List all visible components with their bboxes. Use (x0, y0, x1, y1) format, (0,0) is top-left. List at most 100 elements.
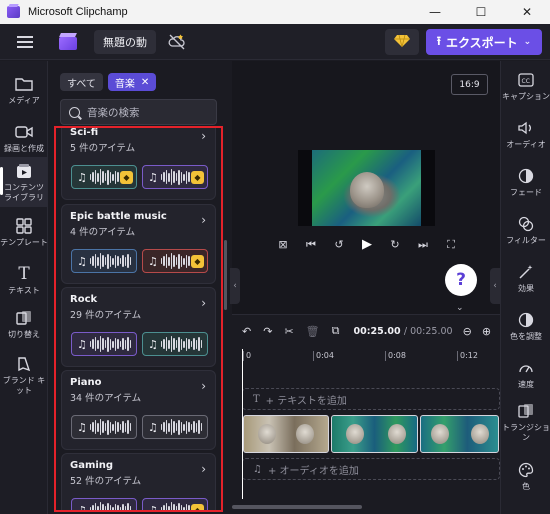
scissors-icon[interactable]: ✂ (284, 325, 293, 338)
music-collection-card[interactable]: Piano 34 件のアイテム › ♫ ♫ (61, 370, 216, 450)
prop-item-transition[interactable]: トランジション (501, 399, 550, 445)
nav-item-content-library[interactable]: コンテンツ ライブラリ (0, 157, 48, 207)
content-library-icon (14, 162, 34, 180)
project-name-field[interactable]: 無題の動 (94, 29, 156, 54)
nav-item-media[interactable]: メディア (0, 67, 48, 113)
music-note-icon: ♫ (148, 254, 158, 268)
clipchamp-logo-icon (59, 33, 79, 51)
add-text-track[interactable]: T + テキストを追加 (242, 388, 500, 410)
nav-item-templates[interactable]: テンプレート (0, 209, 48, 255)
audio-track-thumbnail[interactable]: ♫ (142, 415, 208, 439)
playhead[interactable] (242, 349, 243, 499)
timecode: 00:25.00 / 00:25.00 (353, 326, 452, 337)
music-collection-card[interactable]: Sci-fi 5 件のアイテム › ♫ ◆ ♫ ◆ (61, 128, 216, 200)
add-text-label: + テキストを追加 (265, 395, 347, 407)
audio-icon (516, 119, 536, 137)
premium-button[interactable] (385, 29, 419, 55)
library-scrollbar[interactable] (224, 240, 227, 310)
fullscreen-icon[interactable]: ⛶ (442, 238, 460, 252)
music-search-input[interactable]: 音楽の検索 (60, 99, 217, 125)
audio-track-thumbnail[interactable]: ♫ (71, 249, 137, 273)
nav-item-transitions[interactable]: 切り替え (0, 301, 48, 347)
skip-to-end-icon[interactable]: ⏭ (414, 238, 432, 252)
speed-icon (516, 359, 536, 377)
nav-item-brand-kit[interactable]: ブランド キット (0, 349, 48, 401)
filter-chip-music[interactable]: 音楽 ✕ (107, 73, 157, 91)
music-collection-card[interactable]: Gaming 52 件のアイテム › ♫ ♫ ◆ (61, 453, 216, 510)
minimize-button[interactable]: — (412, 0, 458, 24)
premium-badge-icon: ◆ (120, 171, 133, 184)
ruler-tick: 0:04 (313, 351, 334, 361)
color-icon (516, 461, 536, 479)
aspect-ratio-button[interactable]: 16:9 (451, 74, 488, 95)
rewind-5s-icon[interactable]: ↺ (330, 238, 348, 251)
prop-item-speed[interactable]: 速度 (501, 351, 550, 397)
audio-track-thumbnail[interactable]: ♫ ◆ (142, 165, 208, 189)
audio-track-thumbnail[interactable]: ♫ ◆ (71, 165, 137, 189)
ruler-tick: 0:08 (385, 351, 406, 361)
chevron-down-icon[interactable]: ⌄ (456, 303, 464, 313)
prop-item-color-adjust[interactable]: 色を調整 (501, 303, 550, 349)
music-note-icon: ♫ (148, 337, 158, 351)
diamond-icon (394, 34, 410, 51)
audio-track-thumbnail[interactable]: ♫ (71, 498, 137, 510)
nav-label-text: テキスト (8, 285, 40, 295)
clipchamp-app-icon (7, 6, 20, 18)
music-collection-card[interactable]: Epic battle music 4 件のアイテム › ♫ ♫ ◆ (61, 204, 216, 284)
prop-label-filter: フィルター (506, 235, 546, 245)
brand-kit-icon (14, 355, 34, 373)
effects-icon (516, 263, 536, 281)
right-properties-panel: CC キャプション オーディオ フェード フィルター 効果 色を調整 速度 トラ… (500, 61, 550, 514)
cloud-off-icon[interactable] (168, 33, 186, 51)
filter-chip-all[interactable]: すべて (60, 73, 103, 91)
prop-label-color: 色 (522, 481, 530, 491)
prop-item-fade[interactable]: フェード (501, 159, 550, 205)
prop-item-captions[interactable]: CC キャプション (501, 63, 550, 109)
help-button[interactable]: ? (445, 264, 477, 296)
collapse-left-panel-handle[interactable]: ‹ (230, 268, 240, 304)
audio-track-thumbnail[interactable]: ♫ ◆ (142, 498, 208, 510)
nav-item-record[interactable]: 録画と作成 (0, 115, 48, 161)
redo-icon[interactable]: ↷ (263, 325, 272, 338)
caption-toggle-icon[interactable]: ⊠ (274, 238, 292, 251)
prop-item-effects[interactable]: 効果 (501, 255, 550, 301)
timeline-scrollbar[interactable] (232, 505, 362, 509)
zoom-in-icon[interactable]: ⊕ (482, 325, 491, 338)
video-clip[interactable] (419, 415, 499, 453)
video-clip[interactable] (243, 415, 329, 453)
prop-label-speed: 速度 (518, 379, 534, 389)
video-preview (298, 150, 435, 226)
svg-text:CC: CC (522, 78, 530, 85)
audio-track-thumbnail[interactable]: ♫ (71, 332, 137, 356)
maximize-button[interactable]: ☐ (458, 0, 504, 24)
forward-5s-icon[interactable]: ↻ (386, 238, 404, 251)
nav-label-content-library: コンテンツ ライブラリ (4, 182, 44, 202)
delete-icon[interactable]: 🗑 (306, 325, 320, 338)
prop-item-audio[interactable]: オーディオ (501, 111, 550, 157)
nav-item-text[interactable]: T テキスト (0, 257, 48, 303)
audio-track-thumbnail[interactable]: ♫ (142, 332, 208, 356)
add-media-icon[interactable]: ⧉ (332, 324, 340, 338)
music-note-icon: ♫ (148, 420, 158, 434)
export-label: エクスポート (446, 35, 518, 50)
chevron-down-icon: ⌄ (523, 37, 532, 47)
music-collection-card[interactable]: Rock 29 件のアイテム › ♫ ♫ (61, 287, 216, 367)
undo-icon[interactable]: ↶ (242, 325, 251, 338)
video-clip[interactable] (330, 415, 418, 453)
collection-title: Piano (70, 377, 102, 388)
close-icon[interactable]: ✕ (141, 77, 149, 88)
prop-label-transition: トランジション (502, 422, 550, 442)
export-button[interactable]: ⭱ エクスポート ⌄ (426, 29, 542, 55)
add-audio-track[interactable]: ♫ + オーディオを追加 (242, 458, 500, 480)
zoom-out-icon[interactable]: ⊖ (463, 325, 472, 338)
prop-item-color[interactable]: 色 (501, 453, 550, 499)
play-icon[interactable]: ▶ (358, 237, 376, 252)
prop-item-filter[interactable]: フィルター (501, 207, 550, 253)
skip-to-start-icon[interactable]: ⏮ (302, 238, 320, 252)
close-button[interactable]: ✕ (504, 0, 550, 24)
audio-track-thumbnail[interactable]: ♫ ◆ (142, 249, 208, 273)
audio-track-thumbnail[interactable]: ♫ (71, 415, 137, 439)
collapse-right-panel-handle[interactable]: ‹ (490, 268, 500, 304)
menu-icon[interactable] (17, 35, 33, 48)
chevron-right-icon: › (201, 379, 206, 393)
